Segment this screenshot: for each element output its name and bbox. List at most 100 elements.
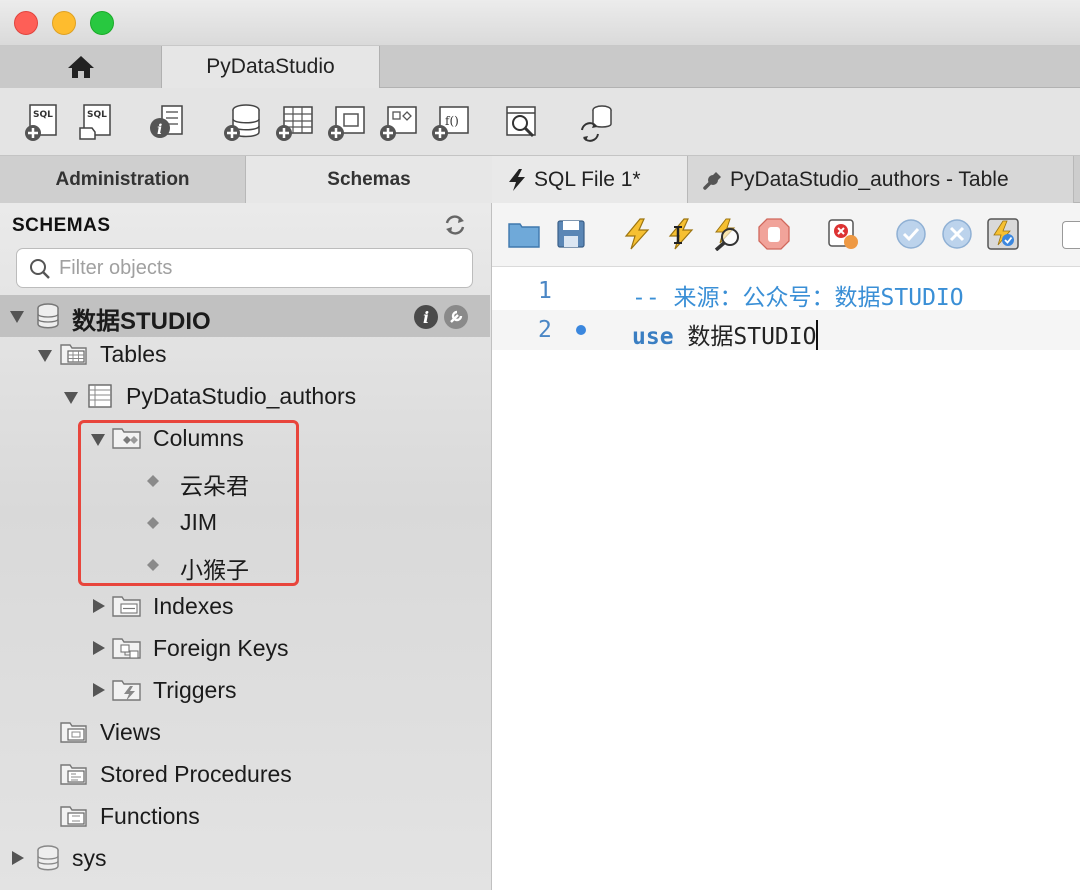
code-statement: use 数据STUDIO (632, 317, 819, 351)
create-procedure-icon[interactable] (378, 102, 418, 142)
execute-current-statement-icon[interactable] (664, 217, 698, 251)
tree-item-label: PyDataStudio_authors (126, 383, 357, 409)
filter-objects-input[interactable] (59, 255, 459, 281)
tab-sql-file[interactable]: SQL File 1* (492, 156, 688, 203)
database-icon (37, 303, 59, 329)
schema-row-sys[interactable]: sys (0, 837, 490, 879)
tree-item-triggers[interactable]: Triggers (0, 669, 490, 711)
collapse-triangle-icon[interactable] (64, 392, 78, 404)
collapse-triangle-icon[interactable] (38, 350, 52, 362)
tab-schemas[interactable]: Schemas (246, 156, 492, 203)
commit-icon[interactable] (894, 217, 928, 251)
tree-item-views[interactable]: Views (0, 711, 490, 753)
svg-text:f(): f() (445, 114, 459, 128)
tree-item-label: Foreign Keys (153, 635, 289, 661)
schema-name: sys (72, 845, 107, 871)
execute-icon[interactable] (620, 217, 654, 251)
procedures-folder-icon (60, 764, 87, 785)
svg-text:i: i (157, 122, 162, 138)
schemas-header: SCHEMAS (12, 215, 111, 236)
tree-item-indexes[interactable]: Indexes (0, 585, 490, 627)
collapse-triangle-icon[interactable] (10, 311, 24, 323)
expand-triangle-icon[interactable] (12, 851, 24, 865)
wrench-icon (703, 171, 721, 190)
triggers-folder-icon (112, 680, 141, 701)
create-view-icon[interactable] (326, 102, 366, 142)
database-icon (37, 845, 59, 871)
code-line-current: 2 use 数据STUDIO (492, 310, 1080, 350)
save-icon[interactable] (554, 217, 588, 251)
stop-icon[interactable] (757, 217, 791, 251)
highlight-annotation-box (78, 420, 299, 586)
text-caret (816, 320, 819, 350)
table-icon (88, 384, 112, 408)
editor-toolbar (492, 203, 1080, 267)
sql-editor[interactable]: 1 -- 来源：公众号：数据STUDIO 2 use 数据STUDIO (492, 267, 1080, 890)
sidebar-tab-bar: Administration Schemas (0, 156, 492, 203)
line-number: 1 (538, 278, 552, 304)
code-comment: -- 来源：公众号：数据STUDIO (632, 285, 964, 311)
sql-identifier: 数据STUDIO (673, 324, 817, 350)
code-line: 1 -- 来源：公众号：数据STUDIO (492, 271, 1080, 311)
connection-tab[interactable]: PyDataStudio (162, 46, 380, 88)
zoom-window-button[interactable] (90, 11, 114, 35)
create-function-icon[interactable]: f() (430, 102, 470, 142)
filter-objects-field (16, 248, 473, 288)
tree-item-label: Indexes (153, 593, 234, 619)
schema-row-shujustudio[interactable]: 数据STUDIO i (0, 295, 490, 337)
tree-item-foreign-keys[interactable]: Foreign Keys (0, 627, 490, 669)
close-window-button[interactable] (14, 11, 38, 35)
functions-folder-icon (60, 806, 87, 827)
window-titlebar (0, 0, 1080, 46)
refresh-icon[interactable] (443, 213, 467, 237)
home-tab[interactable] (0, 46, 162, 88)
tree-item-functions[interactable]: Functions (0, 795, 490, 837)
search-table-data-icon[interactable] (502, 102, 542, 142)
editor-tab-bar: SQL File 1* PyDataStudio_authors - Table (492, 156, 1080, 203)
tab-administration[interactable]: Administration (0, 156, 246, 203)
search-icon (30, 259, 50, 279)
svg-text:SQL: SQL (87, 110, 107, 120)
tree-item-stored-procedures[interactable]: Stored Procedures (0, 753, 490, 795)
line-number: 2 (538, 317, 552, 343)
explain-icon[interactable] (710, 217, 744, 251)
indexes-folder-icon (112, 596, 141, 617)
schema-navigator: SCHEMAS 数据STUDIO i Tables (0, 203, 492, 890)
schema-name: 数据STUDIO (72, 308, 211, 335)
tree-item-label: Triggers (153, 677, 237, 703)
toggle-stop-on-error-icon[interactable] (826, 217, 860, 251)
create-schema-icon[interactable] (222, 102, 262, 142)
foreign-keys-folder-icon (112, 638, 141, 659)
expand-triangle-icon[interactable] (93, 683, 105, 697)
sql-keyword: use (632, 324, 674, 350)
connection-tab-bar: PyDataStudio (0, 46, 1080, 88)
expand-triangle-icon[interactable] (93, 599, 105, 613)
home-icon (67, 56, 94, 78)
tree-item-label: Functions (100, 803, 200, 829)
tree-item-table-pydatastudio-authors[interactable]: PyDataStudio_authors (0, 375, 490, 417)
create-table-icon[interactable] (274, 102, 314, 142)
expand-triangle-icon[interactable] (93, 641, 105, 655)
statement-marker-icon (576, 325, 586, 335)
limit-rows-dropdown[interactable] (1062, 221, 1080, 249)
tree-item-label: Views (100, 719, 161, 745)
tree-item-label: Tables (100, 341, 167, 367)
tab-table-editor[interactable]: PyDataStudio_authors - Table (688, 156, 1074, 203)
schema-info-icon[interactable]: i (414, 305, 438, 329)
tab-label: PyDataStudio_authors - Table (730, 167, 1009, 191)
inspector-icon[interactable]: i (148, 102, 188, 142)
open-file-icon[interactable] (507, 217, 541, 251)
minimize-window-button[interactable] (52, 11, 76, 35)
main-toolbar: SQL SQL i f() (0, 88, 1080, 156)
auto-commit-icon[interactable] (986, 217, 1020, 251)
reconnect-icon[interactable] (576, 102, 616, 142)
tree-item-tables[interactable]: Tables (0, 333, 490, 375)
open-sql-script-icon[interactable]: SQL (76, 102, 116, 142)
tree-item-label: Stored Procedures (100, 761, 292, 787)
folder-icon (60, 344, 87, 365)
lightning-icon (509, 168, 525, 191)
wrench-icon[interactable] (444, 305, 468, 329)
rollback-icon[interactable] (940, 217, 974, 251)
views-folder-icon (60, 722, 87, 743)
new-sql-tab-icon[interactable]: SQL (22, 102, 62, 142)
